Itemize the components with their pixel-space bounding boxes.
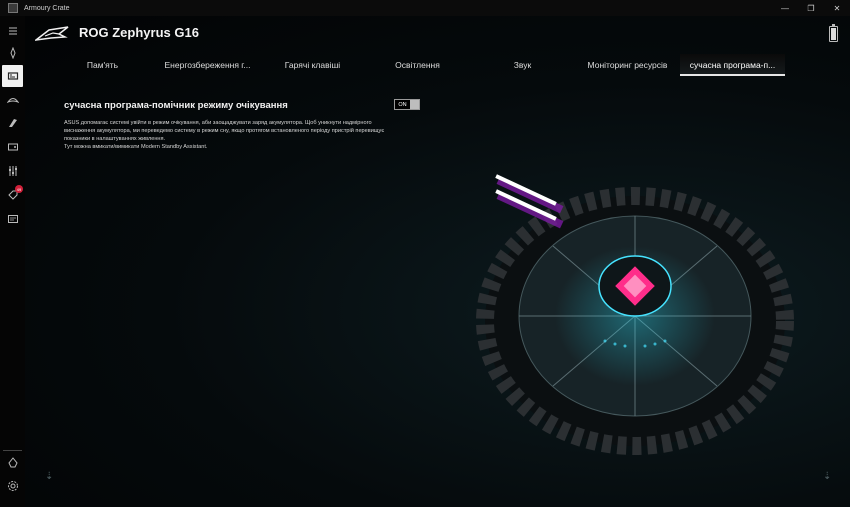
sidebar-divider [3, 450, 22, 451]
close-button[interactable]: ✕ [824, 0, 850, 16]
scroll-indicator-right-icon: ⇣ [823, 471, 832, 482]
tab-modern-standby[interactable]: сучасна програма-п... [680, 54, 785, 76]
tab-hotkeys[interactable]: Гарячі клавіші [260, 54, 365, 76]
settings-icon[interactable] [0, 475, 25, 497]
description-line: Тут можна вмикати/вимикати Modern Standb… [64, 144, 208, 150]
scenario-icon[interactable] [0, 160, 25, 182]
deals-icon[interactable]: 49 [0, 184, 25, 206]
rog-logo-icon[interactable] [0, 42, 25, 64]
device-icon[interactable] [2, 65, 23, 87]
user-center-icon[interactable] [0, 452, 25, 474]
toggle-knob [410, 100, 419, 109]
menu-icon[interactable] [0, 20, 25, 42]
sidebar: 49 [0, 16, 25, 507]
description-line: ASUS допомагає системі увійти в режим оч… [64, 120, 372, 126]
tab-bar: Пам'ять Енергозбереження г... Гарячі кла… [50, 54, 785, 76]
standby-toggle[interactable]: ON [394, 99, 420, 110]
maximize-button[interactable]: ❐ [798, 0, 824, 16]
rog-eye-logo [35, 26, 69, 41]
window-title: Armoury Crate [24, 4, 70, 12]
battery-level [831, 28, 836, 40]
scroll-indicator-left-icon: ⇣ [45, 471, 54, 482]
window-controls: — ❐ ✕ [772, 0, 850, 16]
standby-illustration [476, 174, 794, 455]
header: ROG Zephyrus G16 [25, 16, 850, 54]
minimize-button[interactable]: — [772, 0, 798, 16]
section-description: ASUS допомагає системі увійти в режим оч… [64, 119, 434, 151]
game-library-icon[interactable] [0, 136, 25, 158]
tab-memory[interactable]: Пам'ять [50, 54, 155, 76]
section-title: сучасна програма-помічник режиму очікува… [64, 100, 288, 111]
device-name: ROG Zephyrus G16 [79, 25, 199, 40]
title-bar: Armoury Crate — ❐ ✕ [0, 0, 850, 16]
armoury-icon[interactable] [0, 112, 25, 134]
tab-power-saving[interactable]: Енергозбереження г... [155, 54, 260, 76]
notification-badge: 49 [15, 185, 23, 193]
toggle-state-label: ON [395, 100, 410, 109]
app-icon [8, 3, 18, 13]
aura-icon[interactable] [0, 89, 25, 111]
tab-lighting[interactable]: Освітлення [365, 54, 470, 76]
news-icon[interactable] [0, 208, 25, 230]
battery-icon [829, 24, 838, 42]
description-line: виснаження акумулятора, ми переведемо си… [64, 128, 385, 134]
main-panel: ROG Zephyrus G16 Пам'ять Енергозбереженн… [25, 16, 850, 507]
tab-resource-monitor[interactable]: Моніторинг ресурсів [575, 54, 680, 76]
tab-sound[interactable]: Звук [470, 54, 575, 76]
description-line: показники в налаштуваннях живлення. [64, 136, 166, 142]
